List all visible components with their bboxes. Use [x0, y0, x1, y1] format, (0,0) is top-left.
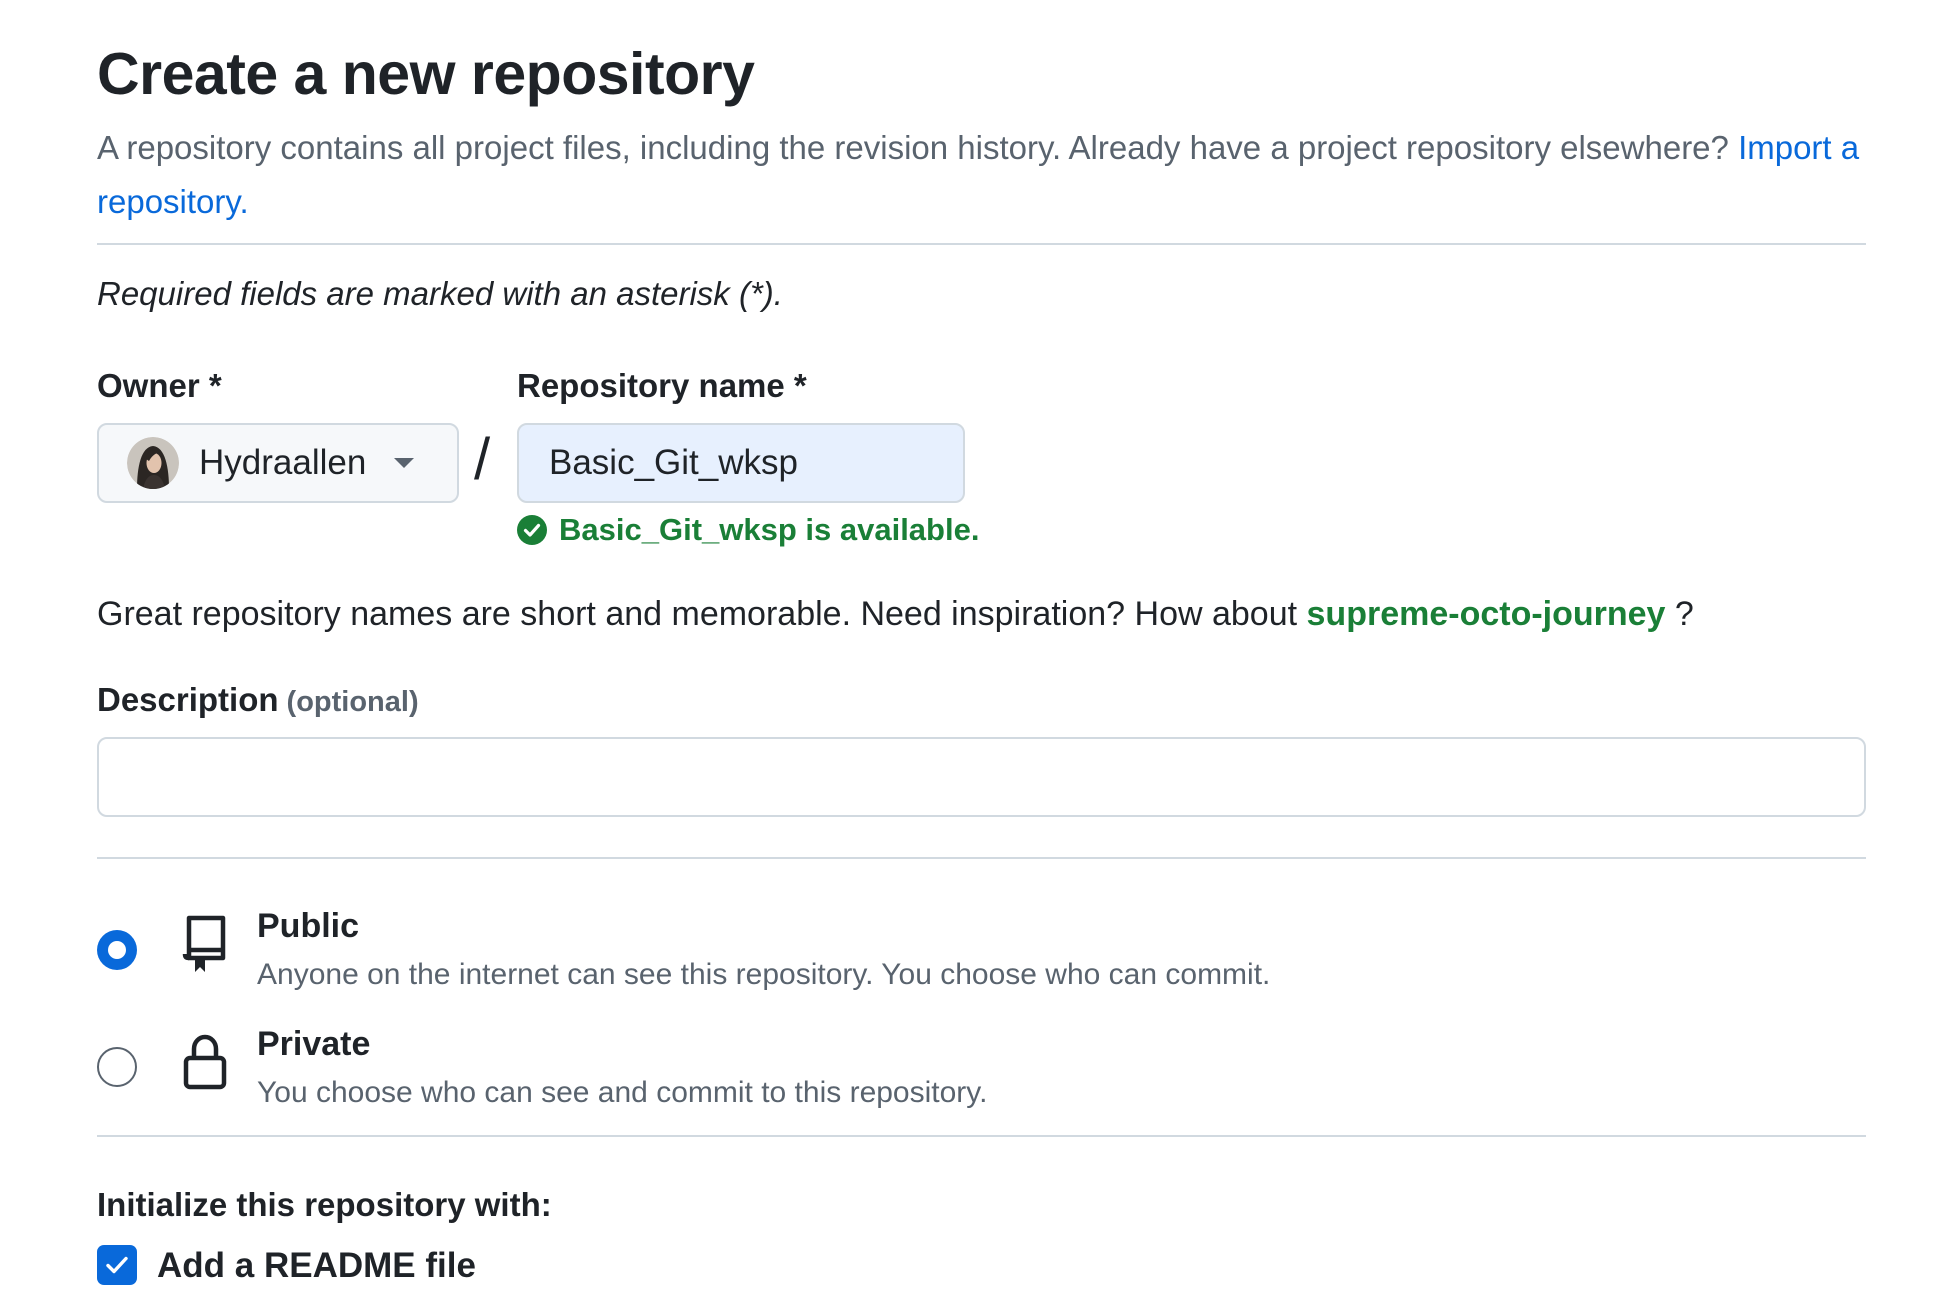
public-description: Anyone on the internet can see this repo…: [257, 958, 1271, 991]
repository-name-input[interactable]: [517, 423, 965, 503]
caret-down-icon: [394, 458, 415, 468]
private-description: You choose who can see and commit to thi…: [257, 1076, 988, 1109]
readme-checkbox-label[interactable]: Add a README file: [157, 1244, 476, 1288]
public-title: Public: [257, 907, 360, 945]
owner-repo-separator: /: [474, 427, 491, 492]
initialize-label: Initialize this repository with:: [97, 1186, 552, 1223]
owner-label: Owner *: [97, 367, 222, 404]
divider: [97, 857, 1866, 859]
page-intro: A repository contains all project files,…: [97, 121, 1866, 229]
private-radio[interactable]: [97, 1047, 137, 1087]
lock-icon: [183, 1034, 227, 1090]
divider: [97, 1135, 1866, 1137]
description-label: Description (optional): [97, 678, 419, 724]
repository-name-label: Repository name *: [517, 367, 807, 404]
public-radio[interactable]: [97, 930, 137, 970]
private-title: Private: [257, 1025, 371, 1063]
owner-dropdown[interactable]: Hydraallen: [97, 423, 459, 503]
new-repository-page: Create a new repository A repository con…: [97, 0, 1866, 1292]
optional-tag: (optional): [286, 686, 419, 718]
inspiration-suffix: ?: [1674, 595, 1694, 633]
readme-checkbox[interactable]: [97, 1245, 137, 1285]
check-circle-icon: [517, 515, 547, 545]
page-title: Create a new repository: [97, 41, 755, 107]
intro-text: A repository contains all project files,…: [97, 129, 1729, 166]
availability-text: Basic_Git_wksp is available.: [559, 512, 980, 547]
required-fields-note: Required fields are marked with an aster…: [97, 275, 783, 312]
divider: [97, 243, 1866, 245]
description-input[interactable]: [97, 737, 1866, 817]
checkmark-icon: [106, 1256, 128, 1274]
inspiration-text: Great repository names are short and mem…: [97, 595, 1298, 633]
repo-icon: [182, 915, 226, 972]
owner-avatar: [127, 437, 179, 489]
name-inspiration: Great repository names are short and mem…: [97, 592, 1694, 636]
owner-name: Hydraallen: [199, 443, 367, 482]
name-suggestion-link[interactable]: supreme-octo-journey: [1307, 595, 1666, 633]
description-label-text: Description: [97, 681, 279, 718]
availability-message: Basic_Git_wksp is available.: [517, 512, 979, 548]
